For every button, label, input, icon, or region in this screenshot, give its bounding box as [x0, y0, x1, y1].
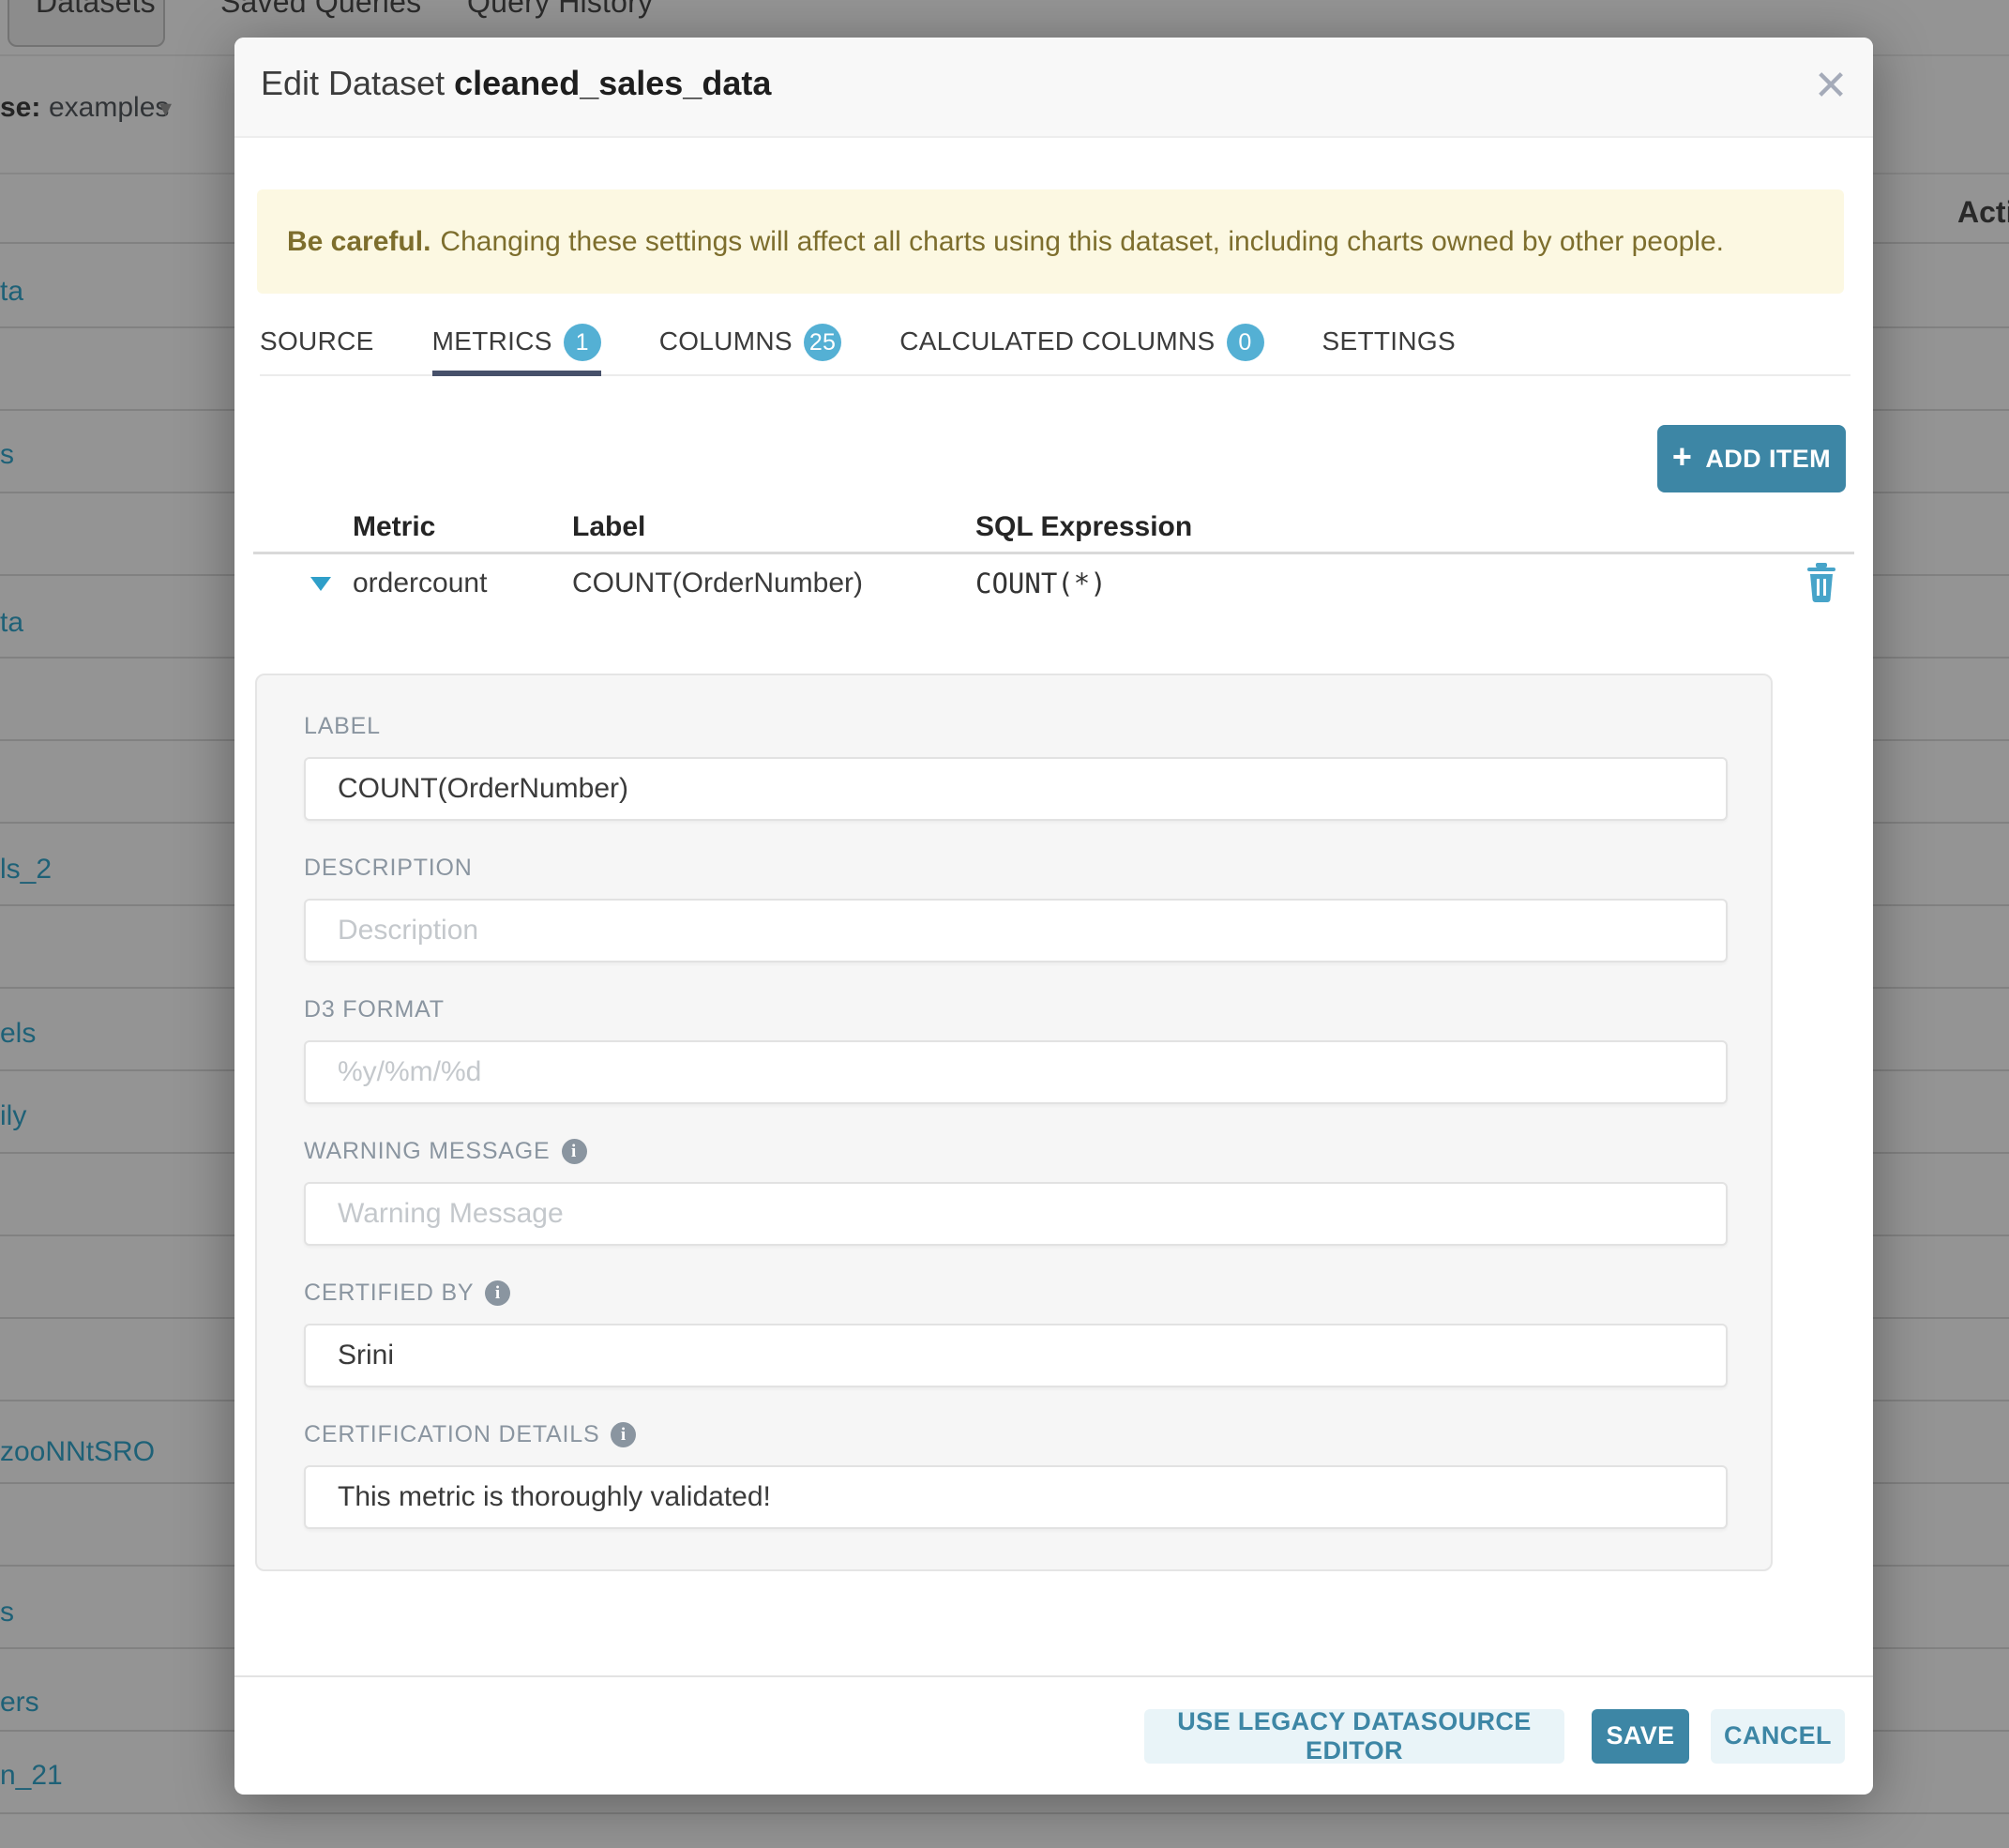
modal-header: Edit Dataset cleaned_sales_data ✕ — [234, 38, 1873, 138]
d3-format-input[interactable] — [304, 1040, 1728, 1104]
info-icon[interactable]: i — [485, 1280, 510, 1306]
tab-label: SOURCE — [260, 326, 374, 356]
screen: Datasets Saved Queries Query History se:… — [0, 0, 2009, 1848]
calculated-columns-count-badge: 0 — [1227, 324, 1264, 361]
close-icon[interactable]: ✕ — [1803, 58, 1859, 114]
modal-title-dataset-name: cleaned_sales_data — [454, 64, 771, 102]
column-header-sql-expression: SQL Expression — [975, 511, 1192, 543]
label-field-label: LABEL — [304, 713, 1724, 740]
description-field-label: DESCRIPTION — [304, 855, 1724, 882]
certified-by-input[interactable] — [304, 1324, 1728, 1387]
tab-label: SETTINGS — [1322, 326, 1456, 356]
edit-dataset-modal: Edit Dataset cleaned_sales_data ✕ Be car… — [234, 38, 1873, 1795]
add-item-button[interactable]: + ADD ITEM — [1657, 425, 1846, 492]
use-legacy-datasource-editor-button[interactable]: USE LEGACY DATASOURCE EDITOR — [1144, 1709, 1564, 1764]
column-header-label: Label — [572, 511, 645, 543]
warning-banner: Be careful. Changing these settings will … — [257, 189, 1844, 294]
save-button[interactable]: SAVE — [1592, 1709, 1689, 1764]
tab-label: COLUMNS — [659, 326, 793, 356]
metric-sql-cell: COUNT(*) — [975, 568, 1107, 599]
collapse-caret-icon[interactable] — [310, 577, 331, 591]
tab-source[interactable]: SOURCE — [260, 319, 374, 374]
metric-edit-panel: LABEL DESCRIPTION D3 FORMAT WARNING MESS… — [255, 674, 1773, 1571]
warning-message-input[interactable] — [304, 1182, 1728, 1246]
modal-title: Edit Dataset cleaned_sales_data — [261, 64, 771, 103]
column-header-metric: Metric — [353, 511, 435, 543]
tab-label: CALCULATED COLUMNS — [899, 326, 1215, 356]
dataset-editor-tabs: SOURCE METRICS 1 COLUMNS 25 CALCULATED C… — [260, 319, 1850, 376]
info-icon[interactable]: i — [611, 1422, 636, 1447]
warning-banner-text: Changing these settings will affect all … — [440, 226, 1724, 257]
warning-banner-bold: Be careful. — [287, 226, 430, 257]
tab-calculated-columns[interactable]: CALCULATED COLUMNS 0 — [899, 319, 1263, 374]
certified-by-field-label: CERTIFIED BY i — [304, 1280, 1724, 1307]
columns-count-badge: 25 — [804, 324, 841, 361]
modal-title-prefix: Edit Dataset — [261, 64, 445, 102]
modal-footer: USE LEGACY DATASOURCE EDITOR SAVE CANCEL — [234, 1677, 1845, 1795]
info-icon[interactable]: i — [562, 1139, 587, 1164]
warning-message-field-label: WARNING MESSAGE i — [304, 1138, 1724, 1165]
plus-icon: + — [1672, 437, 1692, 477]
tab-metrics[interactable]: METRICS 1 — [432, 319, 601, 374]
metric-label-cell: COUNT(OrderNumber) — [572, 568, 863, 599]
tab-settings[interactable]: SETTINGS — [1322, 319, 1456, 374]
label-input[interactable] — [304, 757, 1728, 821]
metrics-count-badge: 1 — [564, 324, 601, 361]
metric-name-cell: ordercount — [353, 568, 487, 599]
add-item-label: ADD ITEM — [1705, 445, 1831, 474]
tab-label: METRICS — [432, 326, 552, 356]
d3-format-field-label: D3 FORMAT — [304, 996, 1724, 1023]
trash-icon[interactable] — [1804, 561, 1839, 602]
cancel-button[interactable]: CANCEL — [1711, 1709, 1845, 1764]
metrics-table-header-divider — [253, 552, 1854, 554]
tab-columns[interactable]: COLUMNS 25 — [659, 319, 842, 374]
certification-details-field-label: CERTIFICATION DETAILS i — [304, 1421, 1724, 1448]
description-input[interactable] — [304, 899, 1728, 962]
certification-details-input[interactable] — [304, 1465, 1728, 1529]
